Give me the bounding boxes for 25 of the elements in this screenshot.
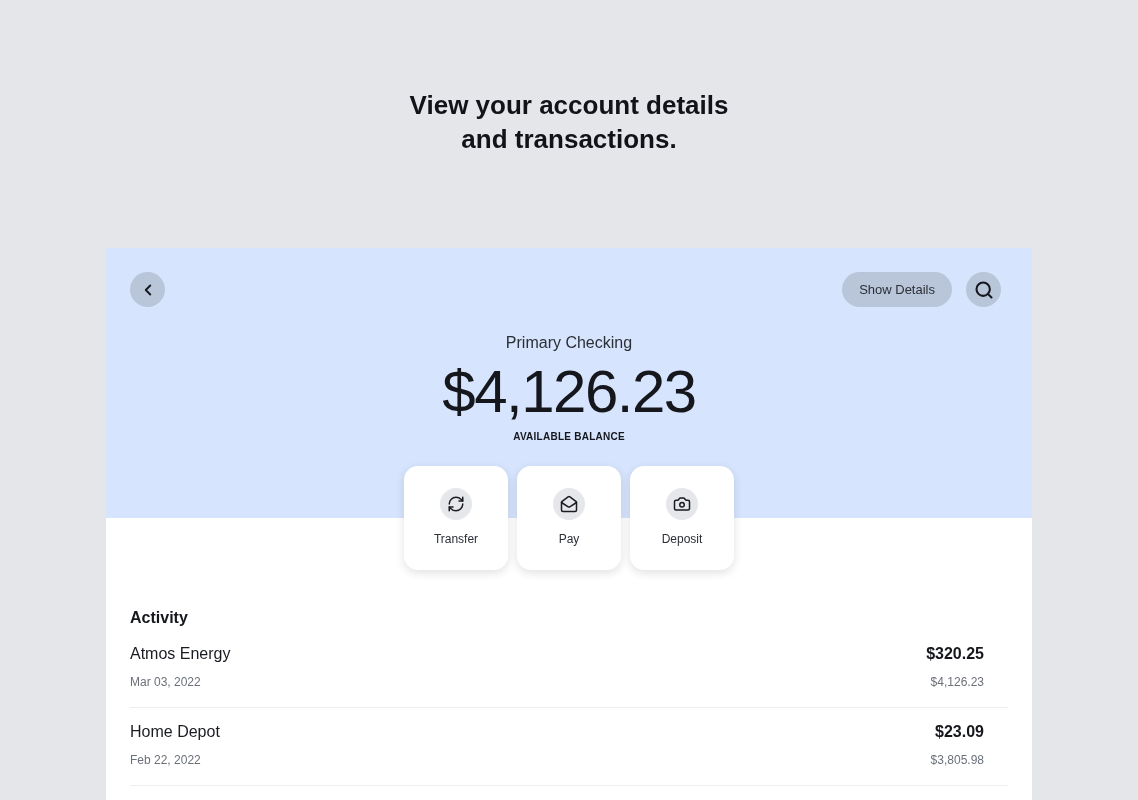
action-button[interactable]: Deposit <box>630 466 734 570</box>
account-balance: $4,126.23 <box>442 357 696 427</box>
account-name: Primary Checking <box>505 333 633 353</box>
refresh-icon <box>440 488 472 520</box>
search-button[interactable] <box>966 272 1001 307</box>
payee: Home Depot <box>130 722 220 742</box>
transaction-row[interactable]: Home Depot Feb 22, 2022 $23.09 $3,805.98 <box>130 710 1008 786</box>
show-details-button[interactable]: Show Details <box>842 272 952 307</box>
search-icon <box>973 279 994 300</box>
payee: Atmos Energy <box>130 644 231 664</box>
transaction-date: Mar 03, 2022 <box>130 674 202 691</box>
transaction-amount: $23.09 <box>935 722 984 742</box>
balance-label: AVAILABLE BALANCE <box>513 430 625 444</box>
activity-title: Activity <box>130 608 189 628</box>
headline: View your account details and transactions. <box>409 89 729 156</box>
transaction-amount: $320.25 <box>926 644 984 664</box>
action-button[interactable]: Transfer <box>404 466 508 570</box>
envelope-icon <box>553 488 585 520</box>
running-balance: $3,805.98 <box>930 752 984 769</box>
back-button[interactable] <box>130 272 165 307</box>
transaction-date: Feb 22, 2022 <box>130 752 202 769</box>
camera-icon <box>666 488 698 520</box>
running-balance: $4,126.23 <box>930 674 984 691</box>
transaction-row[interactable]: Atmos Energy Mar 03, 2022 $320.25 $4,126.23 <box>130 632 1008 708</box>
action-button[interactable]: Pay <box>517 466 621 570</box>
